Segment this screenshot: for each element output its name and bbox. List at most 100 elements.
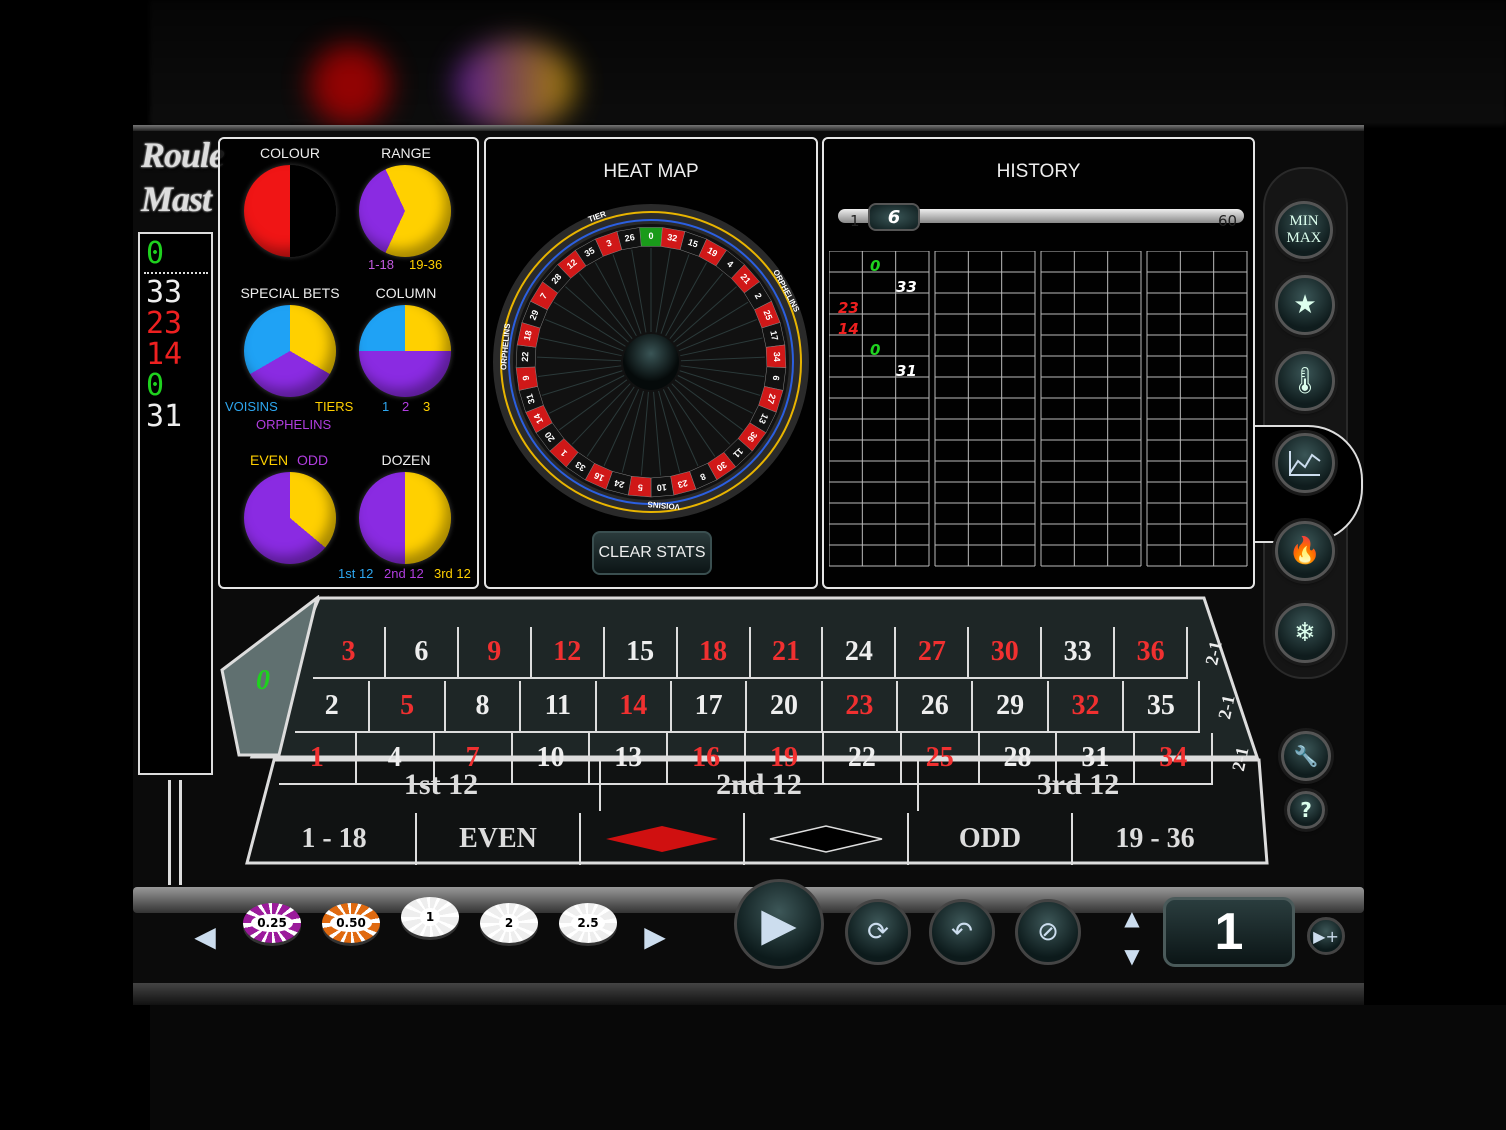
low-bet[interactable]: 1 - 18 — [253, 813, 417, 865]
range-pie — [359, 165, 451, 257]
zero-bet[interactable]: 0 — [241, 661, 285, 701]
number-18-bet[interactable]: 18 — [677, 627, 751, 679]
hot-button[interactable]: 🔥 — [1275, 521, 1335, 581]
game-screen: Roule Mast 0 33 23 14 0 31 COLOUR RANGE 1-18 … — [0, 0, 1506, 1130]
chip-2.5[interactable]: 2.5 — [559, 903, 617, 943]
history-entry: 0 — [870, 257, 881, 275]
rebet-button[interactable]: ⟳ — [845, 899, 911, 965]
number-15-bet[interactable]: 15 — [604, 627, 678, 679]
history-entry: 14 — [838, 320, 859, 338]
history-entry: 23 — [838, 299, 859, 317]
column-3-label: 3 — [423, 399, 431, 414]
chips-prev-button[interactable]: ◀ — [185, 907, 225, 965]
undo-button[interactable]: ↶ — [929, 899, 995, 965]
number-5-bet[interactable]: 5 — [370, 681, 446, 733]
black-bet[interactable] — [745, 813, 909, 865]
special-bets-label: SPECIAL BETS — [240, 285, 340, 301]
dozen-1-label: 1st 12 — [338, 566, 374, 581]
tiers-label: TIERS — [315, 399, 354, 414]
number-23-bet[interactable]: 23 — [822, 681, 899, 733]
even-bet[interactable]: EVEN — [417, 813, 581, 865]
chip-1[interactable]: 1 — [401, 897, 459, 937]
number-9-bet[interactable]: 9 — [458, 627, 532, 679]
number-20-bet[interactable]: 20 — [747, 681, 823, 733]
number-33-bet[interactable]: 33 — [1042, 627, 1116, 679]
wheel-number: 17 — [768, 330, 780, 342]
even-label: EVEN — [250, 452, 289, 468]
history-panel: HISTORY 1 60 6 0 33 23 14 0 31 — [822, 137, 1255, 589]
number-27-bet[interactable]: 27 — [896, 627, 970, 679]
number-32-bet[interactable]: 32 — [1048, 681, 1125, 733]
chip-0.25[interactable]: 0.25 — [243, 903, 301, 943]
range-label: RANGE — [381, 145, 431, 161]
recent-number: 0 — [146, 236, 165, 271]
wheel-number: 26 — [624, 232, 636, 244]
roulette-game: Roule Mast 0 33 23 14 0 31 COLOUR RANGE 1-18 … — [133, 125, 1364, 1005]
chip-2[interactable]: 2 — [480, 903, 538, 943]
range-high-label: 19-36 — [409, 257, 443, 272]
number-35-bet[interactable]: 35 — [1124, 681, 1200, 733]
number-14-bet[interactable]: 14 — [596, 681, 672, 733]
voisins-label: VOISINS — [225, 399, 278, 414]
arrow-right-icon: ▶ — [644, 919, 666, 953]
number-8-bet[interactable]: 8 — [445, 681, 522, 733]
number-29-bet[interactable]: 29 — [973, 681, 1049, 733]
dozen-1-bet[interactable]: 1st 12 — [283, 759, 601, 811]
even-odd-pie — [244, 472, 336, 564]
number-21-bet[interactable]: 21 — [750, 627, 824, 679]
column-3-bet[interactable]: 2-1 — [1183, 623, 1244, 684]
rebet-icon: ⟳ — [867, 917, 889, 947]
high-bet[interactable]: 19 - 36 — [1073, 813, 1237, 865]
bet-down-button[interactable]: ▼ — [1115, 943, 1149, 969]
dozen-3-bet[interactable]: 3rd 12 — [919, 759, 1237, 811]
history-entry: 31 — [896, 362, 917, 380]
chip-value: 0.25 — [251, 914, 293, 932]
wheel-number: 34 — [772, 351, 782, 361]
red-bet[interactable] — [581, 813, 745, 865]
number-6-bet[interactable]: 6 — [385, 627, 459, 679]
number-30-bet[interactable]: 30 — [969, 627, 1043, 679]
min-max-button[interactable]: MIN MAX — [1275, 201, 1333, 259]
wheel-number: 0 — [648, 231, 653, 241]
wheel-number: 32 — [667, 232, 679, 244]
odd-bet[interactable]: ODD — [909, 813, 1073, 865]
dozen-2-bet[interactable]: 2nd 12 — [601, 759, 919, 811]
number-11-bet[interactable]: 11 — [521, 681, 597, 733]
chart-button[interactable] — [1275, 433, 1335, 493]
number-26-bet[interactable]: 26 — [898, 681, 974, 733]
chip-value: 2 — [498, 914, 520, 932]
arrow-up-icon: ▲ — [1124, 906, 1140, 930]
number-12-bet[interactable]: 12 — [531, 627, 605, 679]
history-slider-thumb[interactable]: 6 — [868, 203, 920, 231]
arrow-down-icon: ▼ — [1124, 944, 1140, 968]
skip-forward-icon: ▶+ — [1313, 926, 1339, 946]
history-title: HISTORY — [996, 161, 1081, 182]
number-2-bet[interactable]: 2 — [295, 681, 371, 733]
bet-max-button[interactable]: ▶+ — [1307, 917, 1345, 955]
slider-max: 60 — [1218, 212, 1238, 230]
favorites-button[interactable]: ★ — [1275, 275, 1335, 335]
chip-0.50[interactable]: 0.50 — [322, 903, 380, 943]
number-3-bet[interactable]: 3 — [313, 627, 386, 679]
clear-bets-button[interactable]: ⊘ — [1015, 899, 1081, 965]
number-36-bet[interactable]: 36 — [1115, 627, 1189, 679]
range-low-label: 1-18 — [368, 257, 395, 272]
clear-stats-button[interactable]: CLEAR STATS — [592, 531, 712, 575]
chips-next-button[interactable]: ▶ — [635, 907, 675, 965]
blurred-background — [310, 45, 390, 125]
blurred-background — [455, 40, 575, 130]
frame-top — [133, 125, 1364, 131]
spin-button[interactable]: ▶ — [734, 879, 824, 969]
statistics-button[interactable]: 🌡 — [1275, 351, 1335, 411]
recent-number: 23 — [146, 306, 183, 341]
number-17-bet[interactable]: 17 — [671, 681, 748, 733]
heat-map-title: HEAT MAP — [603, 161, 699, 182]
number-24-bet[interactable]: 24 — [823, 627, 897, 679]
bet-up-button[interactable]: ▲ — [1115, 905, 1149, 931]
orphelins-label: ORPHELINS — [256, 417, 332, 432]
wheel-number: 22 — [520, 351, 530, 361]
dozen-2-label: 2nd 12 — [384, 566, 424, 581]
heat-map-panel: HEAT MAP 0 32 15 19 4 21 2 25 17 34 6 27 13 36 11 30 8 23… — [484, 137, 818, 589]
special-bets-pie — [244, 305, 336, 397]
chip-value: 1 — [419, 908, 441, 926]
